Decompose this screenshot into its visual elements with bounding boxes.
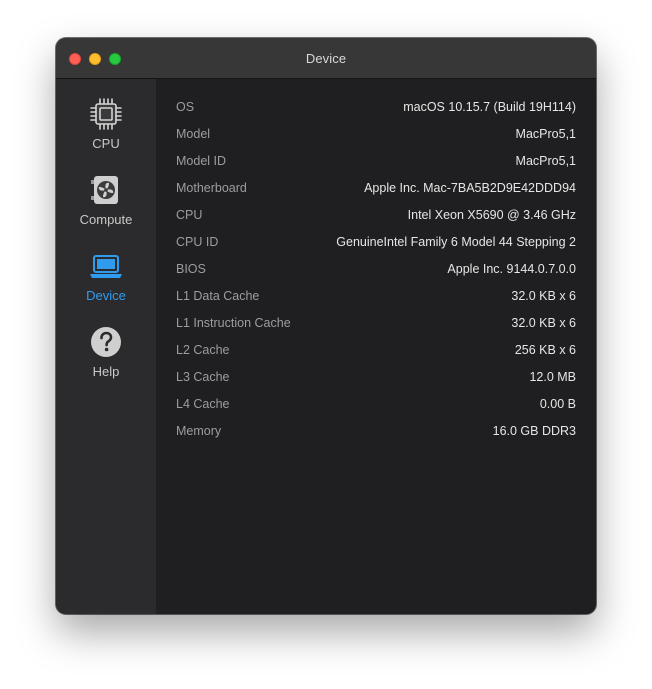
cpu-chip-icon [90,98,122,130]
detail-row-cpu: CPU Intel Xeon X5690 @ 3.46 GHz [176,208,576,228]
detail-row-l2-cache: L2 Cache 256 KB x 6 [176,343,576,363]
sidebar-item-label: Compute [79,212,133,227]
detail-label: L1 Data Cache [176,289,260,303]
detail-label: Memory [176,424,222,438]
detail-label: Motherboard [176,181,247,195]
sidebar-item-label: Help [92,364,120,379]
detail-value: Intel Xeon X5690 @ 3.46 GHz [407,208,576,222]
detail-value: Apple Inc. Mac-7BA5B2D9E42DDD94 [364,181,576,195]
laptop-icon [90,255,122,278]
detail-label: Model ID [176,154,227,168]
sidebar-item-device[interactable]: Device [56,248,156,312]
detail-label: CPU ID [176,235,219,249]
detail-label: OS [176,100,195,114]
sidebar-item-help[interactable]: Help [56,324,156,388]
detail-row-l3-cache: L3 Cache 12.0 MB [176,370,576,390]
app-window: Device CPU Compute Device Help OS macOS … [56,38,596,614]
sidebar-item-label: Device [86,288,126,303]
detail-label: L4 Cache [176,397,230,411]
detail-value: MacPro5,1 [515,127,576,141]
detail-row-bios: BIOS Apple Inc. 9144.0.7.0.0 [176,262,576,282]
device-details-panel: OS macOS 10.15.7 (Build 19H114) Model Ma… [156,79,596,614]
detail-value: macOS 10.15.7 (Build 19H114) [403,100,576,114]
detail-value: 16.0 GB DDR3 [492,424,576,438]
detail-row-os: OS macOS 10.15.7 (Build 19H114) [176,100,576,120]
detail-row-model-id: Model ID MacPro5,1 [176,154,576,174]
detail-label: L1 Instruction Cache [176,316,291,330]
gpu-fan-card-icon [91,176,118,204]
sidebar-item-compute[interactable]: Compute [56,172,156,236]
detail-value: Apple Inc. 9144.0.7.0.0 [447,262,576,276]
detail-row-l1-instruction-cache: L1 Instruction Cache 32.0 KB x 6 [176,316,576,336]
detail-value: 12.0 MB [529,370,576,384]
detail-value: 256 KB x 6 [514,343,576,357]
detail-row-l1-data-cache: L1 Data Cache 32.0 KB x 6 [176,289,576,309]
detail-value: MacPro5,1 [515,154,576,168]
title-bar[interactable]: Device [56,38,596,79]
detail-row-model: Model MacPro5,1 [176,127,576,147]
detail-label: L3 Cache [176,370,230,384]
sidebar-item-cpu[interactable]: CPU [56,96,156,160]
detail-value: 0.00 B [539,397,576,411]
sidebar: CPU Compute Device Help [56,79,156,614]
sidebar-item-label: CPU [92,136,120,151]
detail-row-memory: Memory 16.0 GB DDR3 [176,424,576,444]
detail-value: 32.0 KB x 6 [511,316,576,330]
detail-value: GenuineIntel Family 6 Model 44 Stepping … [336,235,576,249]
detail-label: CPU [176,208,203,222]
detail-label: L2 Cache [176,343,230,357]
detail-label: Model [176,127,211,141]
window-title: Device [305,51,347,66]
detail-label: BIOS [176,262,206,276]
detail-row-cpu-id: CPU ID GenuineIntel Family 6 Model 44 St… [176,235,576,255]
detail-row-l4-cache: L4 Cache 0.00 B [176,397,576,417]
question-mark-circle-icon [91,327,121,357]
detail-value: 32.0 KB x 6 [511,289,576,303]
detail-row-motherboard: Motherboard Apple Inc. Mac-7BA5B2D9E42DD… [176,181,576,201]
